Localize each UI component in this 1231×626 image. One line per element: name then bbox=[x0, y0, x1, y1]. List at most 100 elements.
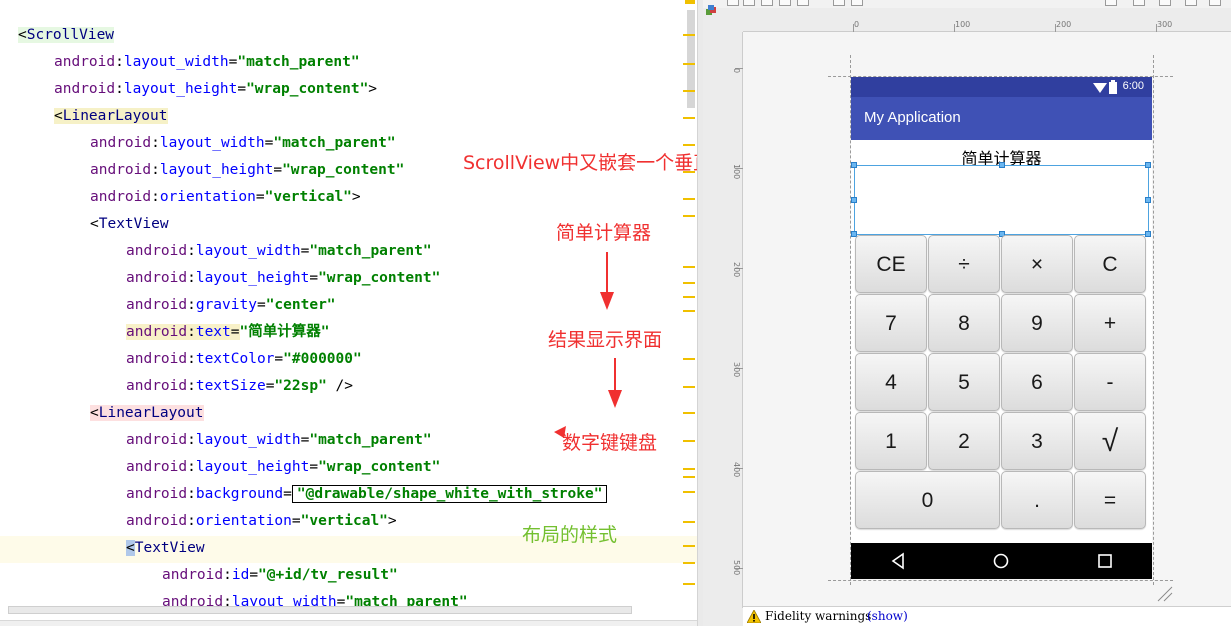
key-5[interactable]: 5 bbox=[928, 353, 1000, 411]
code-line[interactable]: android:layout_height="wrap_content" bbox=[90, 157, 404, 184]
stripe-marker[interactable] bbox=[683, 521, 695, 523]
toolbar-button[interactable] bbox=[797, 0, 809, 6]
code-line[interactable]: android:textColor="#000000" bbox=[126, 346, 362, 373]
key-sqrt[interactable]: √ bbox=[1074, 412, 1146, 470]
stripe-marker[interactable] bbox=[683, 545, 695, 547]
selection-handle[interactable] bbox=[851, 162, 857, 168]
key-4[interactable]: 4 bbox=[855, 353, 927, 411]
toolbar-button[interactable] bbox=[743, 0, 755, 6]
stripe-marker[interactable] bbox=[683, 34, 695, 36]
code-line[interactable]: android:gravity="center" bbox=[126, 292, 336, 319]
code-line[interactable]: <TextView bbox=[126, 535, 205, 562]
code-line[interactable]: android:text="简单计算器" bbox=[126, 319, 329, 346]
code-line[interactable]: android:layout_width="match_parent" bbox=[54, 49, 360, 76]
code-line[interactable]: android:orientation="vertical"> bbox=[126, 508, 397, 535]
key-minus[interactable]: - bbox=[1074, 353, 1146, 411]
keypad: CE ÷ × C 7 8 9 + 4 5 6 - 1 2 3 √ 0 . = bbox=[854, 234, 1149, 532]
key-6[interactable]: 6 bbox=[1001, 353, 1073, 411]
key-multiply[interactable]: × bbox=[1001, 235, 1073, 293]
stripe-marker[interactable] bbox=[683, 117, 695, 119]
code-line[interactable]: <TextView bbox=[90, 211, 169, 238]
code-line[interactable]: android:layout_width="match_parent" bbox=[90, 130, 396, 157]
stripe-marker[interactable] bbox=[683, 198, 695, 200]
key-3[interactable]: 3 bbox=[1001, 412, 1073, 470]
toolbar-button[interactable] bbox=[1133, 0, 1145, 6]
toolbar-button[interactable] bbox=[1185, 0, 1197, 6]
preview-toolbar bbox=[703, 0, 1231, 8]
key-1[interactable]: 1 bbox=[855, 412, 927, 470]
code-line[interactable]: android:layout_width="match_parent" bbox=[126, 427, 432, 454]
battery-icon bbox=[1109, 80, 1117, 94]
top-marker bbox=[685, 0, 695, 4]
code-line[interactable]: android:background= "@drawable/shape_whit… bbox=[126, 481, 608, 508]
fidelity-warnings-label: Fidelity warnings bbox=[765, 609, 872, 623]
key-0[interactable]: 0 bbox=[855, 471, 1000, 529]
key-equals[interactable]: = bbox=[1074, 471, 1146, 529]
code-line[interactable]: android:layout_width="match_parent" bbox=[126, 238, 432, 265]
stripe-marker[interactable] bbox=[683, 282, 695, 284]
annotation-keypad: 数字键键盘 bbox=[562, 432, 658, 454]
app-title: My Application bbox=[864, 109, 961, 126]
stripe-marker[interactable] bbox=[683, 215, 695, 217]
code-line[interactable]: android:orientation="vertical"> bbox=[90, 184, 361, 211]
toolbar-button[interactable] bbox=[1209, 0, 1221, 6]
code-line[interactable]: <LinearLayout bbox=[90, 400, 204, 427]
key-divide[interactable]: ÷ bbox=[928, 235, 1000, 293]
stripe-marker[interactable] bbox=[683, 144, 695, 146]
stripe-marker[interactable] bbox=[683, 562, 695, 564]
toolbar-button[interactable] bbox=[833, 0, 845, 6]
vertical-scrollbar-thumb[interactable] bbox=[687, 10, 695, 108]
selection-handle[interactable] bbox=[999, 162, 1005, 168]
warning-icon bbox=[747, 610, 761, 623]
stripe-marker[interactable] bbox=[683, 90, 695, 92]
resize-handle-icon[interactable] bbox=[1154, 583, 1174, 603]
code-line[interactable]: android:layout_height="wrap_content" bbox=[126, 265, 440, 292]
result-display[interactable] bbox=[851, 162, 1151, 237]
toolbar-button[interactable] bbox=[779, 0, 791, 6]
code-line[interactable]: android:textSize="22sp" /> bbox=[126, 373, 353, 400]
key-plus[interactable]: + bbox=[1074, 294, 1146, 352]
stripe-marker[interactable] bbox=[683, 296, 695, 298]
code-line[interactable]: android:layout_height="wrap_content" bbox=[126, 454, 440, 481]
selection-handle[interactable] bbox=[851, 197, 857, 203]
stripe-marker[interactable] bbox=[683, 310, 695, 312]
stripe-marker[interactable] bbox=[683, 412, 695, 414]
stripe-marker[interactable] bbox=[683, 63, 695, 65]
code-line[interactable]: android:id="@+id/tv_result" bbox=[162, 562, 398, 589]
palette-icon[interactable] bbox=[705, 4, 719, 18]
horizontal-scrollbar[interactable] bbox=[8, 606, 632, 614]
toolbar-button[interactable] bbox=[851, 0, 863, 6]
key-clear[interactable]: C bbox=[1074, 235, 1146, 293]
key-2[interactable]: 2 bbox=[928, 412, 1000, 470]
code-line[interactable]: <LinearLayout bbox=[54, 103, 168, 130]
key-7[interactable]: 7 bbox=[855, 294, 927, 352]
toolbar-button[interactable] bbox=[727, 0, 739, 6]
key-8[interactable]: 8 bbox=[928, 294, 1000, 352]
stripe-marker[interactable] bbox=[683, 386, 695, 388]
stripe-marker[interactable] bbox=[683, 491, 695, 493]
nav-home-icon[interactable] bbox=[991, 551, 1011, 571]
code-editor[interactable]: <ScrollView android:layout_width="match_p… bbox=[0, 0, 697, 626]
key-dot[interactable]: . bbox=[1001, 471, 1073, 529]
fidelity-show-link[interactable]: (show) bbox=[867, 609, 908, 623]
stripe-marker[interactable] bbox=[683, 583, 695, 585]
toolbar-button[interactable] bbox=[1105, 0, 1117, 6]
code-line[interactable]: android:layout_height="wrap_content"> bbox=[54, 76, 377, 103]
nav-recents-icon[interactable] bbox=[1095, 551, 1115, 571]
code-line[interactable]: <ScrollView bbox=[18, 22, 115, 49]
selection-handle[interactable] bbox=[1145, 197, 1151, 203]
device-preview[interactable]: 6:00 My Application 简单计算器 CE ÷ × C 7 8 9… bbox=[851, 77, 1152, 579]
annotation-style: 布局的样式 bbox=[522, 524, 618, 546]
toolbar-button[interactable] bbox=[761, 0, 773, 6]
toolbar-button[interactable] bbox=[1159, 0, 1171, 6]
nav-back-icon[interactable] bbox=[889, 551, 909, 571]
selection-handle[interactable] bbox=[1145, 162, 1151, 168]
stripe-marker[interactable] bbox=[683, 468, 695, 470]
stripe-marker[interactable] bbox=[683, 440, 695, 442]
stripe-marker[interactable] bbox=[683, 266, 695, 268]
key-9[interactable]: 9 bbox=[1001, 294, 1073, 352]
key-ce[interactable]: CE bbox=[855, 235, 927, 293]
layout-preview-panel[interactable]: 0 100 200 300 0 100 200 300 400 500 6:00… bbox=[703, 0, 1231, 626]
stripe-marker[interactable] bbox=[683, 476, 695, 478]
stripe-marker[interactable] bbox=[683, 358, 695, 360]
